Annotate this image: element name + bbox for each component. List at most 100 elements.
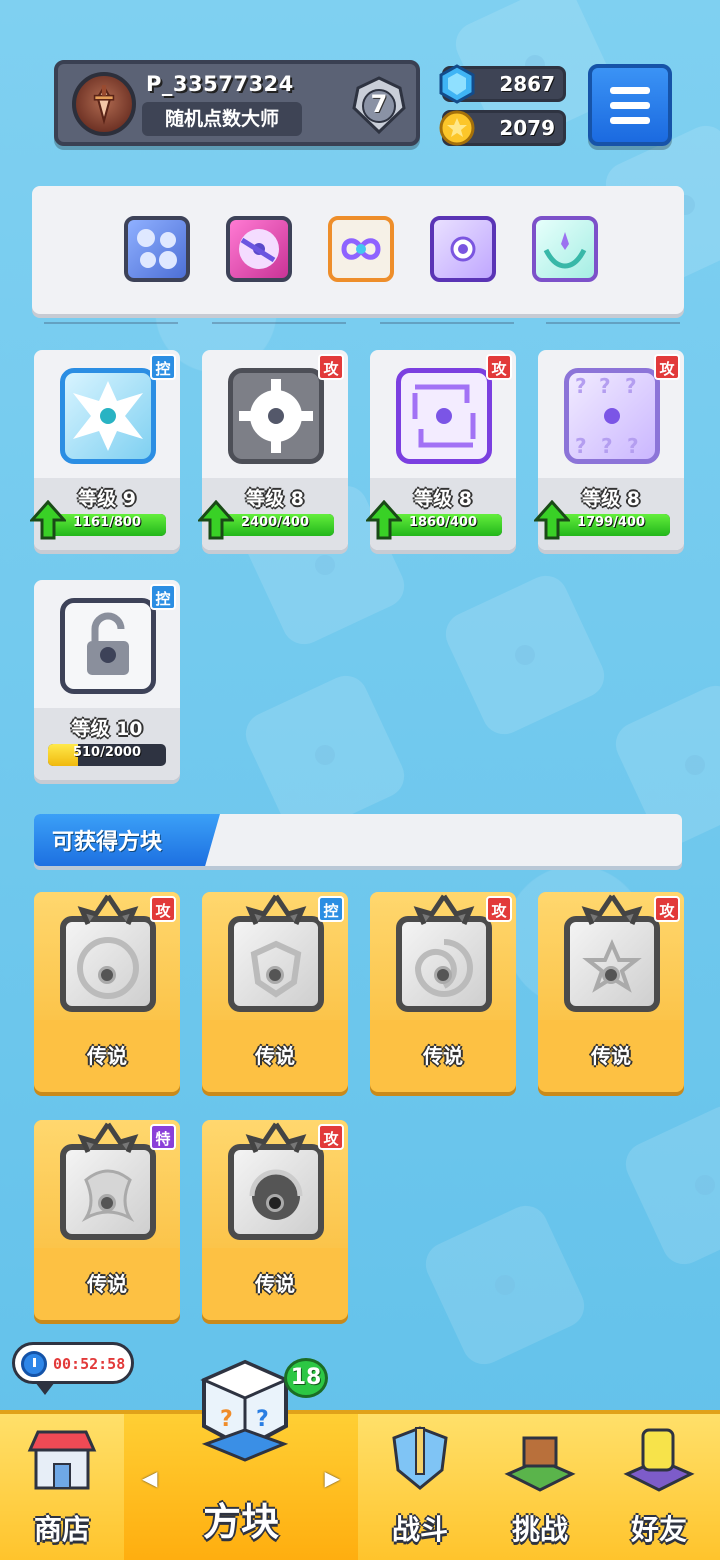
nav-shop-label: 商店 xyxy=(33,1513,90,1546)
nav-challenge[interactable]: 挑战 xyxy=(482,1414,598,1560)
rarity-label: 传说 xyxy=(87,1272,127,1296)
arrows-dice-art xyxy=(396,368,492,464)
legendary-dice-card[interactable]: 攻 传说 xyxy=(202,1120,348,1320)
infinity-dice-icon xyxy=(341,238,381,260)
upgrade-arrow-icon[interactable] xyxy=(30,500,66,540)
type-tag: 攻 xyxy=(318,1124,344,1150)
avatar xyxy=(72,72,136,136)
gold-amount: 2079 xyxy=(499,116,555,140)
legendary-dice-card[interactable]: 攻 传说 xyxy=(538,892,684,1092)
type-tag: 攻 xyxy=(150,896,176,922)
type-tag: 控 xyxy=(150,354,176,380)
deck-slot-swap[interactable] xyxy=(226,216,292,282)
legendary-dice-card[interactable]: 控 传说 xyxy=(202,892,348,1092)
gold-counter[interactable]: 2079 xyxy=(439,110,566,146)
nav-battle-label: 战斗 xyxy=(391,1513,448,1546)
legendary-dice-card[interactable]: 特 传说 xyxy=(34,1120,180,1320)
username: P_33577324 xyxy=(146,72,294,96)
rarity-label: 传说 xyxy=(423,1044,463,1068)
legendary-dice-card[interactable]: 攻 传说 xyxy=(34,892,180,1092)
stopwatch-icon xyxy=(21,1351,47,1377)
upgrade-arrow-icon[interactable] xyxy=(534,500,570,540)
nav-battle[interactable]: 战斗 xyxy=(358,1414,482,1560)
legendary-dice-card[interactable]: 攻 传说 xyxy=(370,892,516,1092)
rarity-label: 传说 xyxy=(255,1272,295,1296)
rarity-label: 传说 xyxy=(87,1044,127,1068)
type-tag: 控 xyxy=(150,584,176,610)
left-arrow-icon: ◀ xyxy=(142,1466,158,1490)
player-title: 随机点数大师 xyxy=(142,102,302,136)
mystery-dice-art: ??? ??? xyxy=(564,368,660,464)
hands-dice-icon xyxy=(543,232,587,269)
background-dice xyxy=(438,568,612,742)
type-tag: 攻 xyxy=(654,354,680,380)
svg-text:?: ? xyxy=(625,374,637,398)
lock-dice-art xyxy=(60,598,156,694)
upgrade-arrow-icon[interactable] xyxy=(198,500,234,540)
deck-slot-infinity[interactable] xyxy=(328,216,394,282)
svg-text:?: ? xyxy=(575,374,587,398)
available-section-header: 可获得方块 xyxy=(34,814,682,866)
background-dice xyxy=(418,1198,592,1372)
menu-line-icon xyxy=(610,116,650,124)
type-tag: 攻 xyxy=(486,896,512,922)
gem-amount: 2867 xyxy=(499,72,555,96)
upgrade-arrow-icon[interactable] xyxy=(366,500,402,540)
friends-icon xyxy=(623,1428,695,1492)
upgrade-progress-bar: 510/2000 xyxy=(48,744,166,766)
menu-line-icon xyxy=(610,86,650,94)
gem-counter[interactable]: 2867 xyxy=(439,64,566,104)
dice-cube-icon: ? ? xyxy=(200,1359,290,1462)
svg-text:?: ? xyxy=(601,434,613,458)
nav-shop[interactable]: 商店 xyxy=(0,1414,124,1560)
dice-level: 等级 10 xyxy=(71,718,143,740)
svg-text:?: ? xyxy=(256,1407,269,1432)
progress-text: 510/2000 xyxy=(72,745,142,760)
nav-challenge-label: 挑战 xyxy=(511,1513,568,1546)
rarity-label: 传说 xyxy=(255,1044,295,1068)
owned-dice-card[interactable]: ??? ??? 攻 等级 8 1799/400 xyxy=(534,350,684,550)
background-dice xyxy=(618,1098,720,1272)
owned-dice-card[interactable]: 控 等级 9 1161/800 xyxy=(30,350,180,550)
battle-shield-icon xyxy=(392,1426,448,1490)
deck-slot-gear[interactable] xyxy=(124,216,190,282)
owned-dice-card[interactable]: 攻 等级 8 1860/400 xyxy=(366,350,516,550)
type-tag: 攻 xyxy=(654,896,680,922)
rank-badge[interactable]: 7 xyxy=(348,74,410,136)
type-tag: 攻 xyxy=(318,354,344,380)
menu-button[interactable] xyxy=(588,64,672,146)
type-tag: 控 xyxy=(318,896,344,922)
bottom-nav: 商店 ◀ ▶ 方块 战斗 挑战 好友 xyxy=(0,1410,720,1560)
svg-text:?: ? xyxy=(575,434,587,458)
svg-text:?: ? xyxy=(627,434,639,458)
right-arrow-icon: ▶ xyxy=(324,1466,340,1490)
rarity-label: 传说 xyxy=(591,1044,631,1068)
type-tag: 特 xyxy=(150,1124,176,1150)
svg-text:?: ? xyxy=(220,1407,233,1432)
svg-text:?: ? xyxy=(599,374,611,398)
player-profile-panel[interactable]: P_33577324 随机点数大师 7 xyxy=(54,60,420,146)
deck-slot-crystal[interactable] xyxy=(430,216,496,282)
dice-count-badge: 18 xyxy=(284,1358,328,1398)
owned-dice-card[interactable]: 攻 等级 8 2400/400 xyxy=(198,350,348,550)
gold-coin-icon xyxy=(439,110,475,146)
crystal-dice-icon xyxy=(450,236,476,262)
menu-line-icon xyxy=(610,101,650,109)
rank-number: 7 xyxy=(370,90,388,118)
ice-dice-art xyxy=(60,368,156,464)
gem-icon xyxy=(439,64,475,104)
gear-dice-art xyxy=(228,368,324,464)
shop-icon xyxy=(27,1430,97,1490)
shop-timer: 00:52:58 xyxy=(12,1342,134,1395)
deck-slot-hands[interactable] xyxy=(532,216,598,282)
nav-friends[interactable]: 好友 xyxy=(598,1414,720,1560)
timer-text: 00:52:58 xyxy=(53,1355,126,1373)
owned-dice-card[interactable]: 控 等级 10 510/2000 xyxy=(34,580,180,780)
deck-dividers xyxy=(44,322,684,324)
sword-icon xyxy=(93,85,115,125)
type-tag: 攻 xyxy=(486,354,512,380)
nav-friends-label: 好友 xyxy=(630,1513,687,1546)
nav-dice-label: 方块 xyxy=(202,1500,279,1544)
section-title: 可获得方块 xyxy=(52,830,163,855)
challenge-gate-icon xyxy=(504,1436,576,1492)
